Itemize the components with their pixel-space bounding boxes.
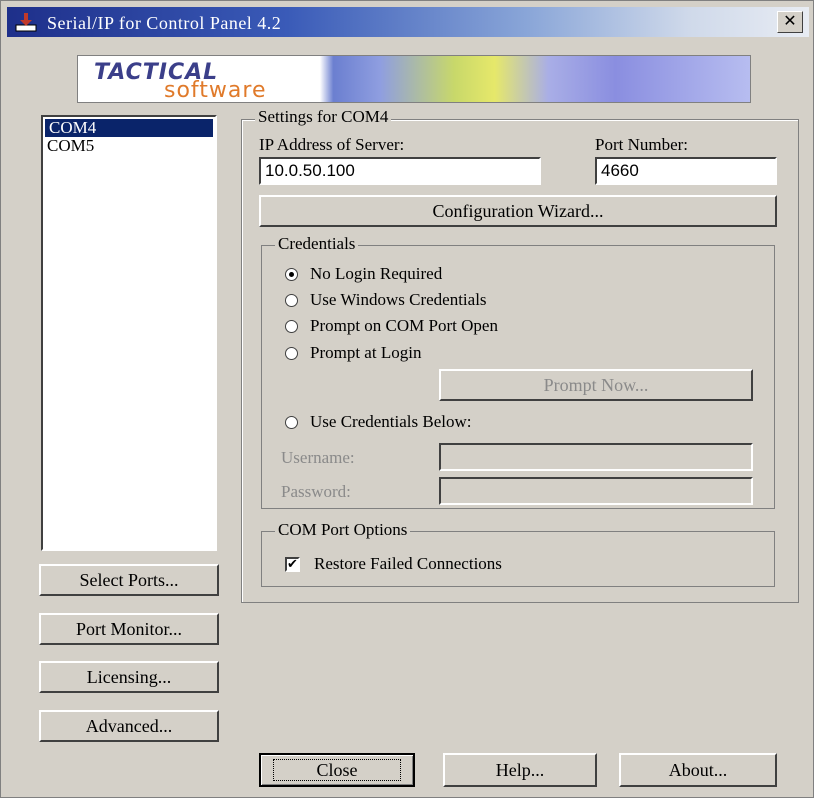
radio-prompt-on-open[interactable]: Prompt on COM Port Open <box>285 315 498 337</box>
port-number-label: Port Number: <box>595 135 689 154</box>
com-port-list[interactable]: COM4 COM5 <box>41 115 217 551</box>
radio-button[interactable] <box>285 293 298 307</box>
select-ports-button[interactable]: Select Ports... <box>39 564 219 596</box>
logo-text-software: software <box>164 78 267 103</box>
radio-label-prompt-at-login: Prompt at Login <box>310 343 422 362</box>
radio-label-no-login: No Login Required <box>310 264 443 283</box>
about-button[interactable]: About... <box>619 753 777 787</box>
radio-label-windows-credentials: Use Windows Credentials <box>310 290 487 309</box>
title-bar[interactable]: Serial/IP for Control Panel 4.2 ✕ <box>7 7 809 37</box>
com-port-options-legend: COM Port Options <box>275 520 411 540</box>
checkbox-checked[interactable]: ✔ <box>285 556 300 572</box>
password-input[interactable] <box>439 477 753 505</box>
ip-address-input[interactable]: 10.0.50.100 <box>259 157 541 185</box>
tactical-software-logo: TACTICAL software <box>77 55 751 103</box>
close-window-button[interactable]: ✕ <box>777 11 803 33</box>
radio-no-login[interactable]: No Login Required <box>285 263 442 285</box>
credentials-legend: Credentials <box>275 234 359 254</box>
password-label: Password: <box>281 482 351 501</box>
port-number-input[interactable]: 4660 <box>595 157 777 185</box>
radio-button-selected[interactable] <box>285 267 298 281</box>
port-item-com5[interactable]: COM5 <box>43 137 215 155</box>
radio-button[interactable] <box>285 346 298 360</box>
username-input[interactable] <box>439 443 753 471</box>
radio-credentials-below[interactable]: Use Credentials Below: <box>285 411 471 433</box>
port-monitor-button[interactable]: Port Monitor... <box>39 613 219 645</box>
close-button-label: Close <box>273 759 401 781</box>
window-title: Serial/IP for Control Panel 4.2 <box>47 13 282 33</box>
checkmark-icon: ✔ <box>287 556 298 572</box>
ip-address-label: IP Address of Server: <box>259 135 405 154</box>
licensing-button[interactable]: Licensing... <box>39 661 219 693</box>
settings-legend: Settings for COM4 <box>255 107 392 127</box>
close-button[interactable]: Close <box>259 753 415 787</box>
radio-button[interactable] <box>285 415 298 429</box>
radio-label-prompt-on-open: Prompt on COM Port Open <box>310 316 498 335</box>
main-window: Serial/IP for Control Panel 4.2 ✕ TACTIC… <box>0 0 814 798</box>
app-icon <box>15 13 37 32</box>
port-item-com4[interactable]: COM4 <box>45 119 213 137</box>
restore-failed-connections-checkbox[interactable]: ✔ Restore Failed Connections <box>285 553 502 575</box>
radio-label-credentials-below: Use Credentials Below: <box>310 412 472 431</box>
username-label: Username: <box>281 448 355 467</box>
radio-dot <box>289 271 294 277</box>
advanced-button[interactable]: Advanced... <box>39 710 219 742</box>
radio-button[interactable] <box>285 319 298 333</box>
radio-windows-credentials[interactable]: Use Windows Credentials <box>285 289 487 311</box>
restore-failed-connections-label: Restore Failed Connections <box>314 554 502 573</box>
close-icon: ✕ <box>783 11 797 30</box>
prompt-now-button[interactable]: Prompt Now... <box>439 369 753 401</box>
radio-prompt-at-login[interactable]: Prompt at Login <box>285 342 421 364</box>
configuration-wizard-button[interactable]: Configuration Wizard... <box>259 195 777 227</box>
help-button[interactable]: Help... <box>443 753 597 787</box>
